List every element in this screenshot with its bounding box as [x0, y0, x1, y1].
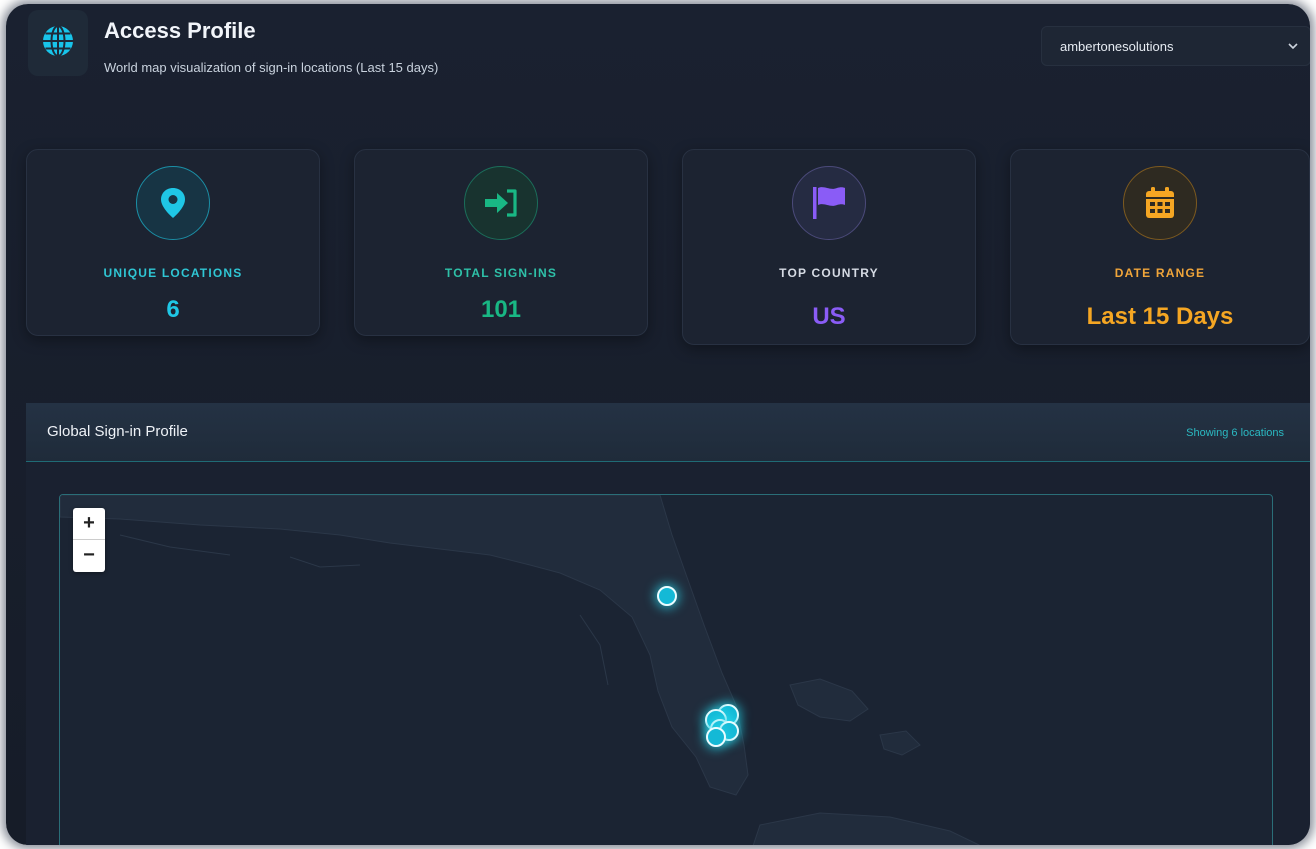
stat-label: DATE RANGE	[1114, 266, 1206, 280]
globe-icon	[41, 24, 75, 63]
tenant-select-value: ambertonesolutions	[1060, 38, 1174, 54]
stat-card-date-range: DATE RANGE Last 15 Days	[1010, 149, 1310, 345]
app-window: Access Profile World map visualization o…	[6, 4, 1310, 845]
stat-value: Last 15 Days	[1086, 303, 1234, 330]
map-panel-title: Global Sign-in Profile	[47, 423, 188, 440]
stat-card-top-country: TOP COUNTRY US	[682, 149, 976, 345]
flag-icon	[792, 166, 866, 240]
calendar-icon	[1123, 166, 1197, 240]
stat-label: TOP COUNTRY	[779, 266, 879, 280]
sign-in-icon	[464, 166, 538, 240]
zoom-in-button[interactable]: +	[73, 508, 105, 540]
stat-value: 6	[166, 296, 180, 323]
page-subtitle: World map visualization of sign-in locat…	[104, 60, 439, 75]
tenant-select[interactable]: ambertonesolutions	[1041, 26, 1310, 66]
locations-count: Showing 6 locations	[1186, 427, 1284, 439]
page-title: Access Profile	[104, 18, 256, 43]
stat-card-unique-locations: UNIQUE LOCATIONS 6	[26, 149, 320, 336]
map-panel: Global Sign-in Profile Showing 6 locatio…	[26, 403, 1310, 845]
map-panel-header: Global Sign-in Profile Showing 6 locatio…	[26, 403, 1310, 462]
chevron-down-icon	[1286, 39, 1300, 56]
location-marker[interactable]	[706, 727, 726, 747]
zoom-controls: + −	[73, 508, 105, 572]
stat-value: 101	[480, 296, 522, 323]
stat-label: TOTAL SIGN-INS	[444, 266, 558, 280]
map-pin-icon	[136, 166, 210, 240]
app-logo	[28, 10, 88, 76]
stat-value: US	[812, 303, 846, 330]
map-basemap	[60, 495, 981, 845]
stat-label: UNIQUE LOCATIONS	[103, 266, 243, 280]
location-marker[interactable]	[657, 586, 677, 606]
zoom-out-button[interactable]: −	[73, 540, 105, 572]
sign-in-map[interactable]: + −	[59, 494, 1273, 845]
stat-card-total-sign-ins: TOTAL SIGN-INS 101	[354, 149, 648, 336]
